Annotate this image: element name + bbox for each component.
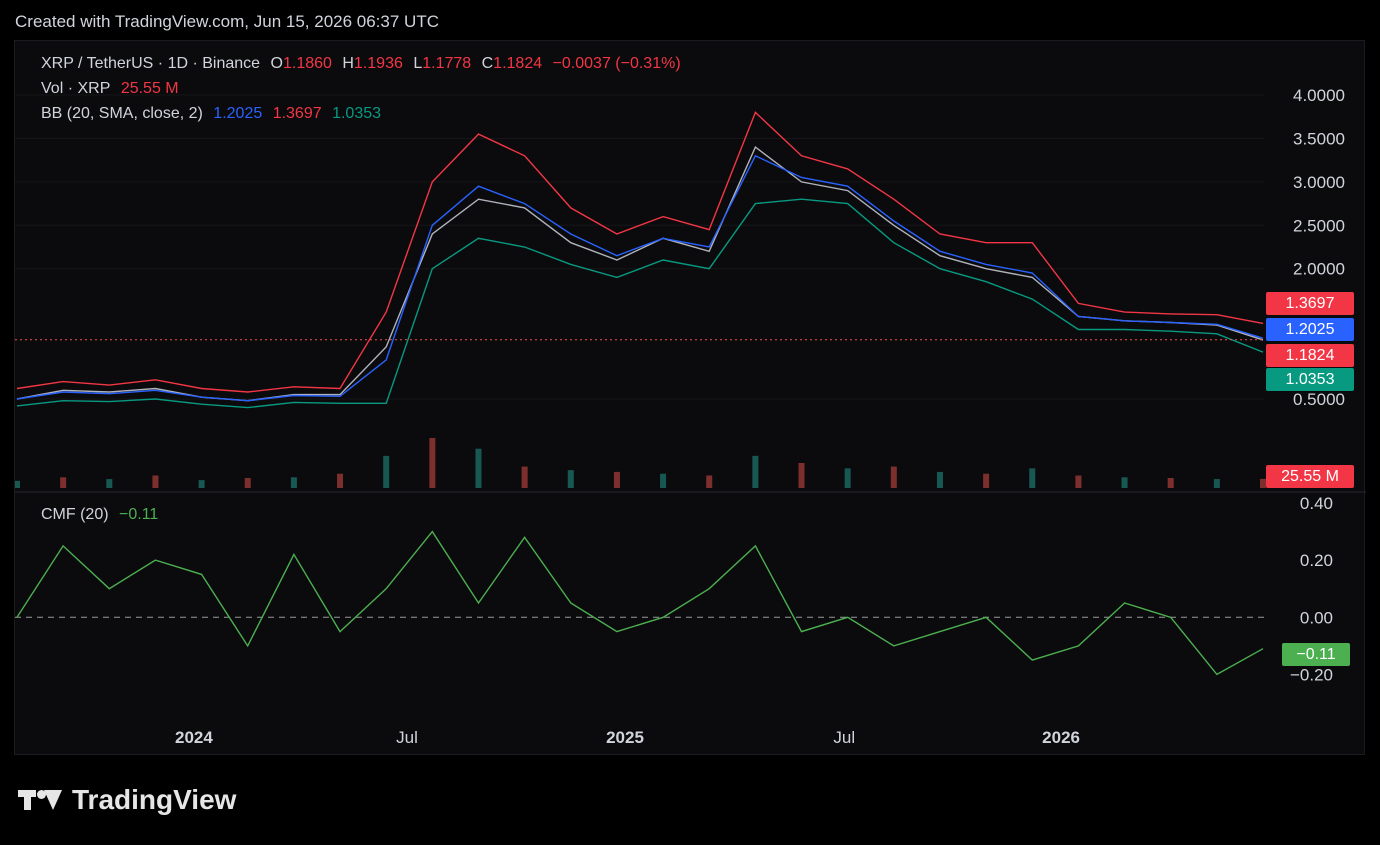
bb-lower-price-tag: 1.0353 xyxy=(1266,368,1354,391)
x-tick-label: 2024 xyxy=(175,728,213,747)
x-tick-label: Jul xyxy=(396,728,418,747)
cmf-tick-label: 0.40 xyxy=(1300,494,1333,513)
volume-bar xyxy=(660,473,667,488)
cmf-line xyxy=(16,530,1264,676)
tradingview-logo[interactable]: TradingView xyxy=(18,784,236,816)
high-value: 1.1936 xyxy=(353,55,403,72)
volume-bar xyxy=(844,468,851,488)
change-value: −0.0037 (−0.31%) xyxy=(552,55,681,72)
volume-bar xyxy=(1167,478,1174,488)
series-line-bb-upper xyxy=(16,111,1264,393)
volume-bar xyxy=(60,477,67,488)
bb-legend: BB (20, SMA, close, 2) 1.2025 1.3697 1.0… xyxy=(41,105,387,123)
volume-price-tag: 25.55 M xyxy=(1266,465,1354,488)
cmf-price-tag: −0.11 xyxy=(1282,643,1350,666)
volume-bar xyxy=(152,475,159,488)
volume-bar xyxy=(15,480,20,488)
volume-bar xyxy=(290,477,297,488)
volume-bar xyxy=(706,475,713,488)
volume-bar xyxy=(752,455,759,488)
x-tick-label: 2025 xyxy=(606,728,644,747)
low-value: 1.1778 xyxy=(422,55,472,72)
open-label: O xyxy=(270,55,283,72)
volume-bar xyxy=(567,470,574,488)
chart-canvas[interactable]: 4.0000 3.5000 3.0000 2.5000 2.0000 0.5000 0.40… xyxy=(15,41,1366,756)
bb-upper-value: 1.3697 xyxy=(272,105,322,122)
volume-value: 25.55 M xyxy=(120,80,179,97)
chart-panel[interactable]: 4.0000 3.5000 3.0000 2.5000 2.0000 0.5000 0.40… xyxy=(14,40,1366,756)
symbol-label[interactable]: XRP / TetherUS · 1D · Binance xyxy=(41,55,260,72)
price-tick-label: 4.0000 xyxy=(1293,86,1345,105)
cmf-tick-label: 0.00 xyxy=(1300,608,1333,627)
bb-label[interactable]: BB (20, SMA, close, 2) xyxy=(41,105,203,122)
bb-basis-value: 1.2025 xyxy=(213,105,263,122)
bb-lower-value: 1.0353 xyxy=(332,105,382,122)
close-price-tag: 1.1824 xyxy=(1266,344,1354,367)
cmf-tick-label: 0.20 xyxy=(1300,551,1333,570)
volume-bar xyxy=(1213,479,1220,488)
low-label: L xyxy=(413,55,423,72)
cmf-value: −0.11 xyxy=(119,506,159,523)
open-value: 1.1860 xyxy=(282,55,332,72)
x-tick-label: Jul xyxy=(833,728,855,747)
volume-bar xyxy=(798,463,805,488)
bb-basis-price-tag: 1.2025 xyxy=(1266,318,1354,341)
tradingview-logo-icon xyxy=(18,786,64,814)
price-legend: XRP / TetherUS · 1D · Binance O1.1860 H1… xyxy=(41,55,687,73)
volume-bar xyxy=(244,478,251,488)
volume-bar xyxy=(890,466,897,488)
cmf-tick-label: −0.20 xyxy=(1290,665,1333,684)
volume-bar xyxy=(1029,468,1036,488)
volume-bar xyxy=(936,471,943,488)
close-value: 1.1824 xyxy=(493,55,543,72)
bb-upper-price-tag: 1.3697 xyxy=(1266,292,1354,315)
volume-bar xyxy=(1075,475,1082,488)
volume-bar xyxy=(521,466,528,488)
price-tick-label: 0.5000 xyxy=(1293,390,1345,409)
volume-bar xyxy=(475,448,482,488)
volume-bar xyxy=(106,479,113,488)
series-line-bb-basis xyxy=(16,154,1264,402)
brand-name: TradingView xyxy=(72,784,237,815)
cmf-label[interactable]: CMF (20) xyxy=(41,506,109,523)
close-label: C xyxy=(481,55,494,72)
volume-bar xyxy=(1121,477,1128,488)
volume-bar xyxy=(383,455,390,488)
volume-bar xyxy=(429,438,436,488)
volume-bar xyxy=(613,471,620,488)
price-tick-label: 3.5000 xyxy=(1293,129,1345,148)
cmf-legend: CMF (20) −0.11 xyxy=(41,506,164,524)
x-tick-label: 2026 xyxy=(1042,728,1080,747)
volume-bar xyxy=(337,473,344,488)
volume-bar xyxy=(198,480,205,488)
high-label: H xyxy=(342,55,354,72)
price-tick-label: 3.0000 xyxy=(1293,173,1345,192)
volume-bar xyxy=(983,473,990,488)
price-tick-label: 2.5000 xyxy=(1293,216,1345,235)
volume-label[interactable]: Vol · XRP xyxy=(41,80,110,97)
series-line-close xyxy=(16,146,1264,402)
volume-legend: Vol · XRP 25.55 M xyxy=(41,80,185,98)
price-tick-label: 2.0000 xyxy=(1293,260,1345,279)
created-with-header: Created with TradingView.com, Jun 15, 20… xyxy=(15,12,439,31)
series-line-bb-lower xyxy=(16,198,1264,409)
